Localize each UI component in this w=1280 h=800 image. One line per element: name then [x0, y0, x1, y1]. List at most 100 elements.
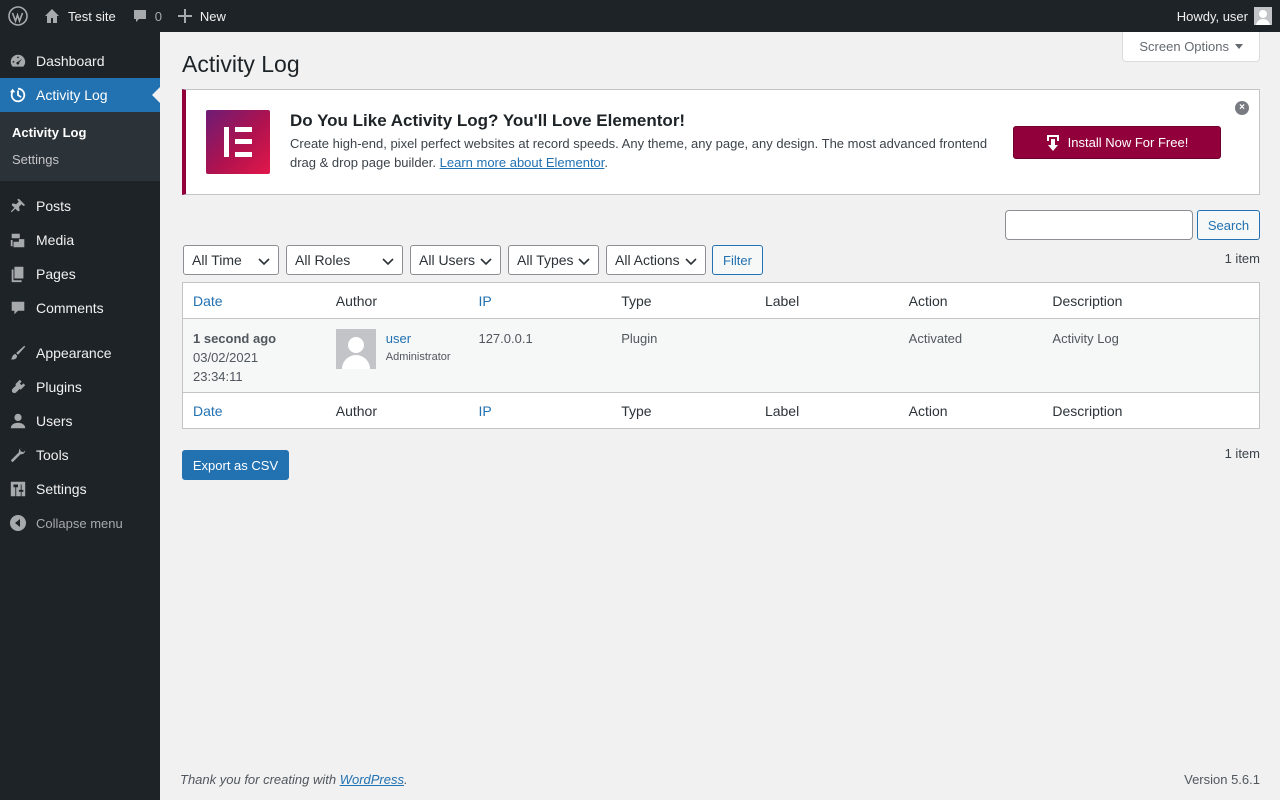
sidebar-item-settings[interactable]: Settings	[0, 472, 160, 506]
cell-type: Plugin	[621, 331, 658, 346]
pin-icon	[0, 197, 36, 215]
filter-button[interactable]: Filter	[712, 245, 763, 275]
howdy-text: Howdy, user	[1176, 8, 1248, 24]
table-header-row: Date Author IP Type Label Action Descrip…	[183, 283, 1259, 319]
sidebar-item-label: Activity Log	[36, 87, 108, 103]
cell-description: Activity Log	[1052, 331, 1119, 346]
dismiss-notice-icon[interactable]: ×	[1235, 101, 1249, 115]
sidebar-item-pages[interactable]: Pages	[0, 257, 160, 291]
my-account[interactable]: Howdy, user	[1177, 0, 1280, 32]
collapse-label: Collapse menu	[36, 515, 123, 531]
comments-count: 0	[154, 8, 162, 24]
sidebar-item-dashboard[interactable]: Dashboard	[0, 44, 160, 78]
screen-options-button[interactable]: Screen Options	[1122, 32, 1260, 62]
comment-icon	[133, 10, 146, 22]
cell-action: Activated	[908, 331, 963, 346]
column-action: Action	[908, 402, 948, 419]
learn-more-link[interactable]: Learn more about Elementor	[440, 155, 605, 170]
site-name-link[interactable]: Test site	[36, 0, 124, 32]
table-row: 1 second ago 03/02/2021 23:34:11 user Ad…	[183, 319, 1259, 392]
table-footer-row: Date Author IP Type Label Action Descrip…	[183, 392, 1259, 428]
collapse-icon	[0, 515, 36, 531]
column-label: Label	[764, 402, 800, 419]
chevron-down-icon	[578, 258, 590, 266]
activity-table: Date Author IP Type Label Action Descrip…	[182, 282, 1260, 429]
new-content-link[interactable]: New	[170, 0, 234, 32]
main-content: Screen Options Activity Log Do You Like …	[160, 32, 1280, 800]
actions-filter-select[interactable]: All Actions	[606, 245, 706, 275]
sidebar-item-users[interactable]: Users	[0, 404, 160, 438]
wrench-icon	[0, 446, 36, 464]
item-count-top: 1 item	[1224, 251, 1260, 266]
notice-description: Create high-end, pixel perfect websites …	[290, 136, 988, 170]
time-filter-value: All Time	[192, 252, 242, 268]
notice-text: Create high-end, pixel perfect websites …	[290, 136, 988, 170]
screen-options-label: Screen Options	[1139, 39, 1229, 54]
page-title: Activity Log	[182, 51, 300, 77]
footer-version: Version 5.6.1	[1184, 772, 1260, 787]
sidebar-item-media[interactable]: Media	[0, 223, 160, 257]
media-icon	[0, 231, 36, 249]
column-date[interactable]: Date	[183, 293, 326, 309]
cell-ip: 127.0.0.1	[478, 331, 533, 346]
download-icon	[1046, 134, 1059, 151]
column-type: Type	[621, 292, 652, 309]
avatar	[335, 329, 376, 369]
time-filter-select[interactable]: All Time	[183, 245, 279, 275]
item-count-bottom: 1 item	[1224, 446, 1260, 461]
sidebar-item-tools[interactable]: Tools	[0, 438, 160, 472]
comment-icon	[0, 299, 36, 317]
wordpress-link[interactable]: WordPress	[340, 772, 404, 787]
actions-filter-value: All Actions	[615, 252, 680, 268]
search-button[interactable]: Search	[1197, 210, 1260, 240]
admin-bar: Test site 0 New Howdy, user	[0, 0, 1280, 32]
sidebar-item-label: Comments	[36, 300, 104, 316]
install-now-button[interactable]: Install Now For Free!	[1013, 126, 1221, 159]
users-filter-value: All Users	[419, 252, 476, 268]
footer-thanks-text: Thank you for creating with	[180, 772, 337, 787]
submenu-item-settings[interactable]: Settings	[0, 146, 160, 173]
column-ip[interactable]: IP	[468, 403, 611, 419]
column-author: Author	[335, 292, 377, 309]
export-csv-button[interactable]: Export as CSV	[182, 450, 289, 480]
column-date[interactable]: Date	[183, 403, 326, 419]
collapse-menu-button[interactable]: Collapse menu	[0, 506, 160, 540]
notice-title: Do You Like Activity Log? You'll Love El…	[290, 111, 686, 130]
sidebar-item-label: Appearance	[36, 345, 112, 361]
roles-filter-value: All Roles	[295, 252, 351, 268]
cell-author: user Administrator	[326, 319, 469, 392]
chevron-down-icon	[685, 258, 697, 266]
date-value: 03/02/2021	[193, 350, 259, 365]
column-description: Description	[1052, 292, 1123, 309]
home-icon	[45, 9, 59, 23]
search-input[interactable]	[1005, 210, 1193, 240]
settings-icon	[0, 480, 36, 498]
comments-link[interactable]: 0	[124, 0, 170, 32]
column-description: Description	[1052, 402, 1123, 419]
types-filter-select[interactable]: All Types	[508, 245, 599, 275]
sidebar-item-label: Pages	[36, 266, 76, 282]
plus-icon	[177, 9, 192, 23]
users-filter-select[interactable]: All Users	[410, 245, 501, 275]
sidebar-item-plugins[interactable]: Plugins	[0, 370, 160, 404]
sidebar-item-appearance[interactable]: Appearance	[0, 336, 160, 370]
sidebar-item-label: Settings	[36, 481, 87, 497]
wordpress-logo-icon[interactable]	[0, 0, 36, 32]
chevron-down-icon	[480, 258, 492, 266]
plugin-icon	[0, 378, 36, 396]
column-type: Type	[621, 402, 652, 419]
sidebar-item-posts[interactable]: Posts	[0, 189, 160, 223]
sidebar-item-label: Plugins	[36, 379, 82, 395]
column-ip[interactable]: IP	[468, 293, 611, 309]
cell-label	[755, 319, 899, 392]
roles-filter-select[interactable]: All Roles	[286, 245, 403, 275]
sidebar-item-activity-log[interactable]: Activity Log	[0, 78, 160, 112]
brush-icon	[0, 344, 36, 362]
date-relative: 1 second ago	[193, 331, 277, 346]
sidebar-item-comments[interactable]: Comments	[0, 291, 160, 325]
submenu-item-activity-log[interactable]: Activity Log	[0, 119, 160, 146]
cell-date: 1 second ago 03/02/2021 23:34:11	[183, 319, 326, 392]
chevron-down-icon	[258, 258, 270, 266]
column-action: Action	[908, 292, 948, 309]
pages-icon	[0, 265, 36, 283]
